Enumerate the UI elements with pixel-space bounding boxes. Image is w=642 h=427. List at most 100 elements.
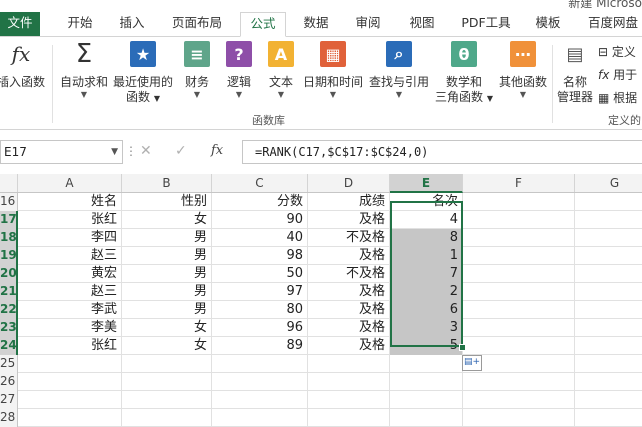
financial-button[interactable]: ≡ 财务 ▼: [180, 41, 214, 99]
chevron-down-icon[interactable]: ▼: [111, 141, 118, 163]
cell[interactable]: 80: [212, 301, 308, 319]
cell[interactable]: 5: [390, 337, 463, 355]
cell[interactable]: [463, 229, 575, 247]
row-header[interactable]: 17: [0, 211, 18, 229]
cell[interactable]: 及格: [308, 301, 390, 319]
column-header-g[interactable]: G: [575, 174, 642, 192]
cell[interactable]: [212, 355, 308, 373]
recent-functions-button[interactable]: ★ 最近使用的 函数 ▼: [112, 41, 174, 106]
cell[interactable]: [18, 373, 122, 391]
cell[interactable]: 女: [122, 337, 212, 355]
tab-baidu-netdisk[interactable]: 百度网盘: [584, 12, 642, 36]
cell[interactable]: [463, 337, 575, 355]
cell[interactable]: [463, 265, 575, 283]
row-header[interactable]: 16: [0, 193, 18, 211]
cell[interactable]: 张红: [18, 337, 122, 355]
cell[interactable]: 黄宏: [18, 265, 122, 283]
cell[interactable]: [575, 247, 642, 265]
cell[interactable]: [18, 391, 122, 409]
column-header-a[interactable]: A: [18, 174, 122, 192]
cell[interactable]: [122, 355, 212, 373]
cell[interactable]: [18, 355, 122, 373]
cell[interactable]: 4: [390, 211, 463, 229]
cell[interactable]: 成绩: [308, 193, 390, 211]
cell[interactable]: 3: [390, 319, 463, 337]
cell[interactable]: 6: [390, 301, 463, 319]
formula-input[interactable]: =RANK(C17,$C$17:$C$24,0): [242, 140, 642, 164]
cell[interactable]: 男: [122, 229, 212, 247]
cell[interactable]: 赵三: [18, 283, 122, 301]
cell[interactable]: [463, 373, 575, 391]
select-all-corner[interactable]: [0, 174, 18, 192]
cell[interactable]: 不及格: [308, 265, 390, 283]
cell[interactable]: [390, 391, 463, 409]
cell[interactable]: [575, 355, 642, 373]
cell[interactable]: 50: [212, 265, 308, 283]
cell[interactable]: [463, 301, 575, 319]
row-header[interactable]: 23: [0, 319, 18, 337]
cell[interactable]: 及格: [308, 337, 390, 355]
insert-function-icon[interactable]: fx: [211, 143, 223, 158]
tab-formulas[interactable]: 公式: [240, 12, 286, 37]
cell[interactable]: [18, 409, 122, 427]
tab-page-layout[interactable]: 页面布局: [166, 12, 228, 36]
column-header-d[interactable]: D: [308, 174, 390, 192]
cell[interactable]: [463, 193, 575, 211]
cell[interactable]: [390, 409, 463, 427]
cell[interactable]: [122, 409, 212, 427]
cell[interactable]: [122, 373, 212, 391]
row-header[interactable]: 22: [0, 301, 18, 319]
text-button[interactable]: A 文本 ▼: [264, 41, 298, 99]
cell[interactable]: [308, 373, 390, 391]
use-in-formula-button[interactable]: fx 用于: [598, 66, 637, 83]
cell[interactable]: 李四: [18, 229, 122, 247]
cell[interactable]: [463, 409, 575, 427]
row-header[interactable]: 25: [0, 355, 18, 373]
tab-home[interactable]: 开始: [58, 12, 102, 36]
cell[interactable]: [463, 391, 575, 409]
row-header[interactable]: 24: [0, 337, 18, 355]
cell[interactable]: 张红: [18, 211, 122, 229]
tab-review[interactable]: 审阅: [348, 12, 388, 36]
cell[interactable]: 8: [390, 229, 463, 247]
cell[interactable]: 名次: [390, 193, 463, 211]
cell[interactable]: [575, 229, 642, 247]
cell[interactable]: [122, 391, 212, 409]
row-header[interactable]: 27: [0, 391, 18, 409]
column-header-e[interactable]: E: [390, 174, 463, 193]
cell[interactable]: 女: [122, 319, 212, 337]
logical-button[interactable]: ? 逻辑 ▼: [222, 41, 256, 99]
cell[interactable]: 及格: [308, 211, 390, 229]
row-header[interactable]: 21: [0, 283, 18, 301]
insert-function-button[interactable]: fx 插入函数: [0, 41, 46, 90]
cell[interactable]: [575, 409, 642, 427]
row-header[interactable]: 26: [0, 373, 18, 391]
row-header[interactable]: 18: [0, 229, 18, 247]
date-time-button[interactable]: ▦ 日期和时间 ▼: [302, 41, 364, 99]
cell[interactable]: 李武: [18, 301, 122, 319]
cell[interactable]: 姓名: [18, 193, 122, 211]
tab-view[interactable]: 视图: [402, 12, 442, 36]
cell[interactable]: [212, 409, 308, 427]
cell[interactable]: [575, 265, 642, 283]
tab-data[interactable]: 数据: [296, 12, 336, 36]
column-header-f[interactable]: F: [463, 174, 575, 192]
cell[interactable]: [212, 373, 308, 391]
cell[interactable]: 96: [212, 319, 308, 337]
cell[interactable]: [575, 211, 642, 229]
cell[interactable]: 赵三: [18, 247, 122, 265]
math-trig-button[interactable]: θ 数学和 三角函数 ▼: [434, 41, 494, 106]
cell[interactable]: [463, 247, 575, 265]
name-manager-button[interactable]: ▤ 名称 管理器: [555, 41, 595, 105]
tab-template[interactable]: 模板: [528, 12, 568, 36]
cell[interactable]: 分数: [212, 193, 308, 211]
cell[interactable]: 及格: [308, 283, 390, 301]
autosum-button[interactable]: Σ 自动求和 ▼: [58, 39, 110, 99]
cancel-icon[interactable]: ✕: [140, 143, 152, 159]
cell[interactable]: 男: [122, 265, 212, 283]
cell[interactable]: [575, 373, 642, 391]
cell[interactable]: [575, 391, 642, 409]
cell[interactable]: [575, 283, 642, 301]
cell[interactable]: 不及格: [308, 229, 390, 247]
cell[interactable]: 男: [122, 301, 212, 319]
